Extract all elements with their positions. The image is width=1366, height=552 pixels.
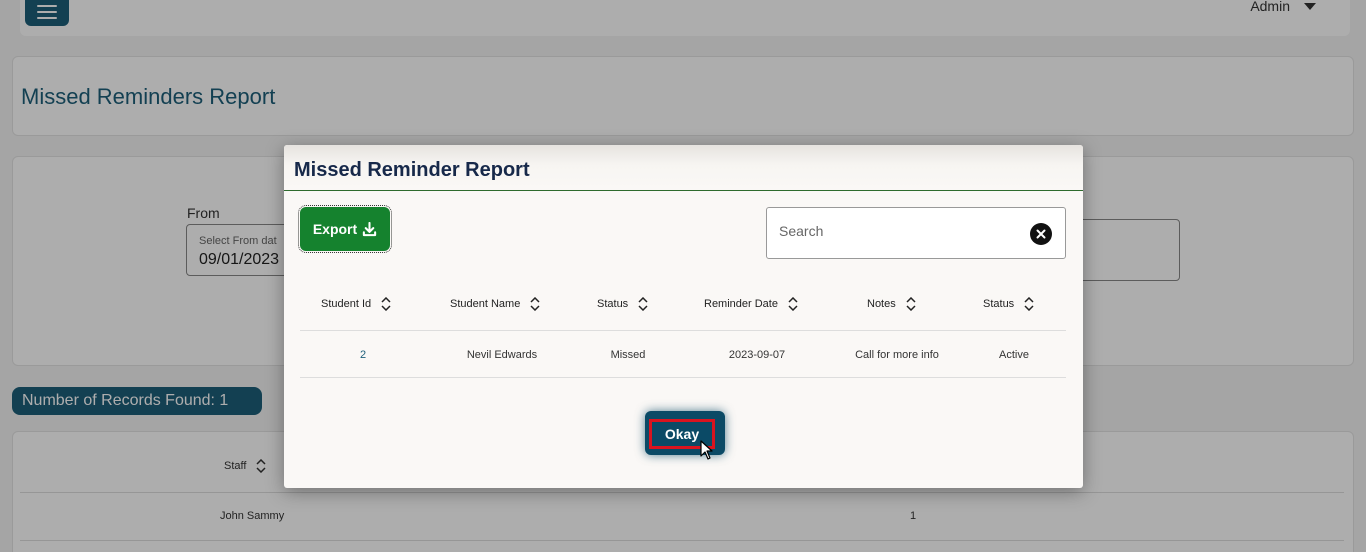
- column-header-reminder-date[interactable]: Reminder Date: [704, 297, 798, 311]
- column-label: Student Id: [321, 298, 372, 310]
- status-2-cell: Active: [999, 349, 1029, 361]
- close-circle-icon[interactable]: [1030, 223, 1052, 245]
- download-icon: [363, 221, 377, 236]
- student-name-cell: Nevil Edwards: [466, 349, 538, 361]
- sort-icon: [788, 297, 798, 311]
- export-button-label: Export: [312, 221, 358, 237]
- export-button[interactable]: Export: [298, 205, 392, 253]
- table-header: Student Id Student Name Status Reminder …: [300, 287, 1066, 331]
- sort-icon: [381, 297, 391, 311]
- modal-header: Missed Reminder Report: [284, 145, 1083, 191]
- search-input[interactable]: [779, 223, 1019, 239]
- status-cell: Missed: [610, 349, 646, 361]
- column-header-student-id[interactable]: Student Id: [321, 297, 391, 311]
- sort-icon: [906, 297, 916, 311]
- sort-icon: [638, 297, 648, 311]
- reminder-date-cell: 2023-09-07: [728, 349, 786, 361]
- column-label: Student Name: [450, 298, 521, 310]
- column-label: Status: [983, 298, 1015, 310]
- search-box: [766, 207, 1066, 259]
- column-header-student-name[interactable]: Student Name: [450, 297, 540, 311]
- modal-title: Missed Reminder Report: [294, 159, 530, 181]
- column-label: Status: [597, 298, 629, 310]
- notes-cell: Call for more info: [855, 349, 939, 361]
- sort-icon: [530, 297, 540, 311]
- sort-icon: [1024, 297, 1034, 311]
- column-label: Reminder Date: [704, 298, 778, 310]
- column-label: Notes: [867, 298, 896, 310]
- table-row: 2 Nevil Edwards Missed 2023-09-07 Call f…: [300, 332, 1066, 378]
- column-header-status-2[interactable]: Status: [983, 297, 1034, 311]
- student-id-cell[interactable]: 2: [360, 349, 366, 361]
- missed-reminder-modal: Missed Reminder Report Export Student Id…: [284, 145, 1083, 488]
- column-header-status[interactable]: Status: [597, 297, 648, 311]
- cursor-icon: [700, 440, 713, 460]
- column-header-notes[interactable]: Notes: [867, 297, 916, 311]
